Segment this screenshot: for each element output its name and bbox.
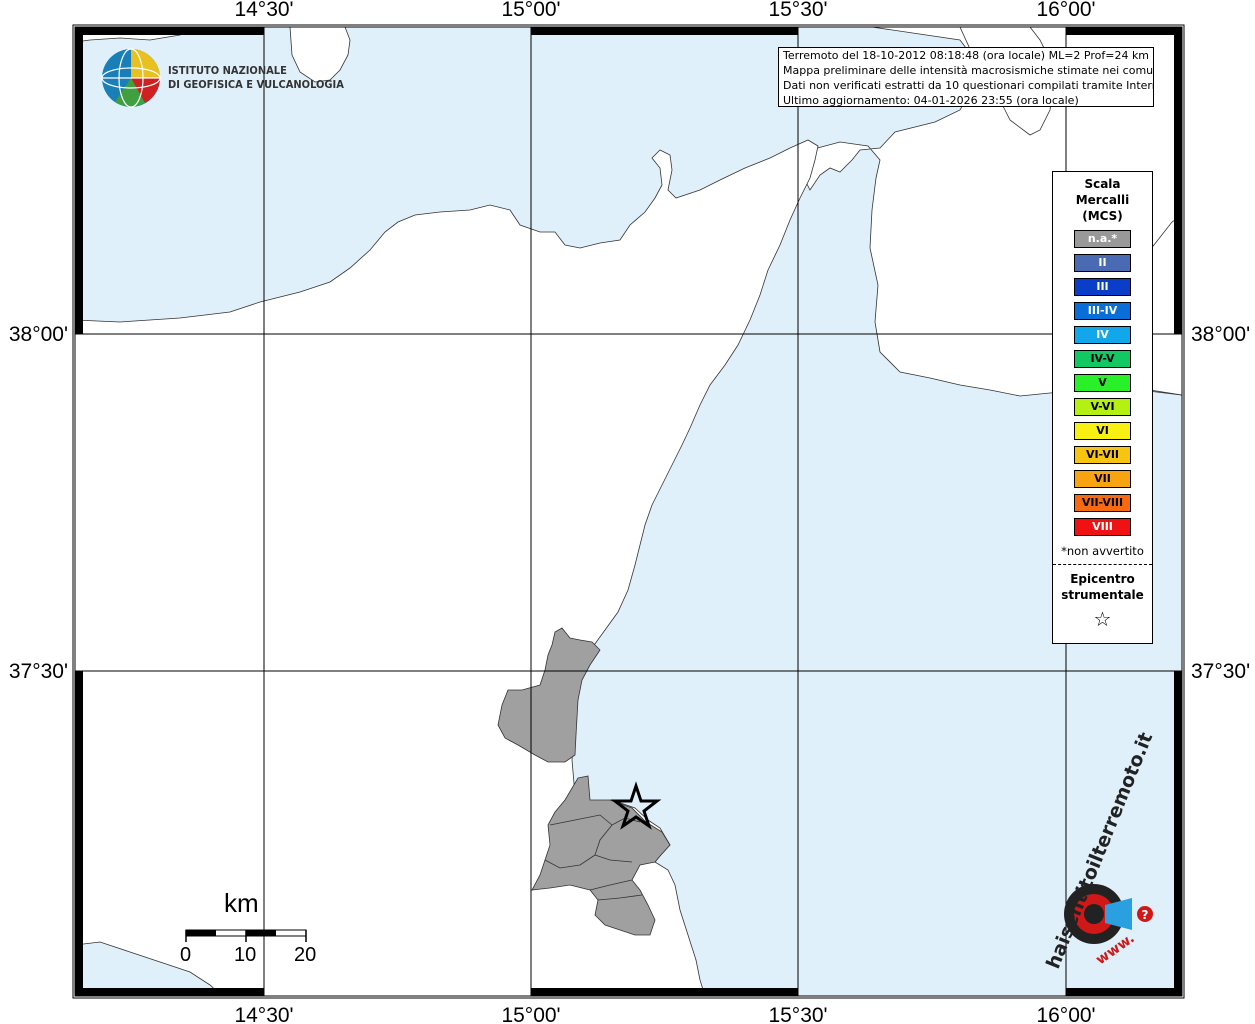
legend-items: n.a.* II III III-IV IV IV-V V V-VI VI VI-VII VII VI… bbox=[1053, 230, 1152, 536]
lat-label-right-2: 37°30' bbox=[1191, 660, 1250, 683]
scale-unit: km bbox=[224, 888, 259, 918]
legend-item: III bbox=[1074, 278, 1131, 296]
lat-label-left-2: 37°30' bbox=[9, 660, 68, 683]
legend-item: VI bbox=[1074, 422, 1131, 440]
scale-label-10: 10 bbox=[234, 944, 257, 966]
legend-title-line2: Mercalli bbox=[1075, 193, 1130, 207]
legend-item: VI-VII bbox=[1074, 446, 1131, 464]
legend-item: IV bbox=[1074, 326, 1131, 344]
epicenter-star-icon: ☆ bbox=[1093, 607, 1112, 631]
event-info-line2: Mappa preliminare delle intensità macros… bbox=[783, 64, 1154, 77]
legend-item: IV-V bbox=[1074, 350, 1131, 368]
legend-item: III-IV bbox=[1074, 302, 1131, 320]
event-info-line3: Dati non verificati estratti da 10 quest… bbox=[783, 79, 1154, 92]
legend-item: VII bbox=[1074, 470, 1131, 488]
legend-title: Scala Mercalli (MCS) bbox=[1053, 176, 1152, 224]
legend-title-line3: (MCS) bbox=[1082, 209, 1123, 223]
lon-label-bottom-2: 15°00' bbox=[501, 1004, 560, 1024]
epicenter-legend-title: Epicentro strumentale bbox=[1053, 571, 1152, 603]
event-info-box: Terremoto del 18-10-2012 08:18:48 (ora l… bbox=[778, 47, 1154, 107]
event-info-line1: Terremoto del 18-10-2012 08:18:48 (ora l… bbox=[783, 49, 1150, 62]
legend-title-line1: Scala bbox=[1084, 177, 1121, 191]
legend-item: V bbox=[1074, 374, 1131, 392]
legend-separator bbox=[1053, 564, 1152, 565]
legend-item: n.a.* bbox=[1074, 230, 1131, 248]
scale-label-20: 20 bbox=[294, 944, 317, 966]
legend-note: *non avvertito bbox=[1061, 544, 1144, 558]
lon-label-bottom-1: 14°30' bbox=[234, 1004, 293, 1024]
lat-label-left-1: 38°00' bbox=[9, 323, 68, 346]
legend-item: VII-VIII bbox=[1074, 494, 1131, 512]
ingv-name-line2: DI GEOFISICA E VULCANOLOGIA bbox=[168, 78, 344, 91]
lon-label-top-4: 16°00' bbox=[1036, 0, 1095, 21]
epicenter-legend-line1: Epicentro bbox=[1070, 572, 1135, 586]
lon-label-bottom-4: 16°00' bbox=[1036, 1004, 1095, 1024]
legend-item: VIII bbox=[1074, 518, 1131, 536]
scale-label-0: 0 bbox=[180, 944, 192, 966]
legend-item: II bbox=[1074, 254, 1131, 272]
event-info-line4: Ultimo aggiornamento: 04-01-2026 23:55 (… bbox=[783, 94, 1079, 107]
mcs-legend: Scala Mercalli (MCS) n.a.* II III III-IV IV I… bbox=[1052, 171, 1153, 644]
lon-label-top-3: 15°30' bbox=[768, 0, 827, 21]
lon-label-top-2: 15°00' bbox=[501, 0, 560, 21]
haisentito-question: ? bbox=[1142, 908, 1149, 922]
lon-label-top-1: 14°30' bbox=[234, 0, 293, 21]
legend-item: V-VI bbox=[1074, 398, 1131, 416]
lat-label-right-1: 38°00' bbox=[1191, 323, 1250, 346]
lon-label-bottom-3: 15°30' bbox=[768, 1004, 827, 1024]
ingv-name-line1: ISTITUTO NAZIONALE bbox=[168, 64, 287, 77]
epicenter-legend-line2: strumentale bbox=[1061, 588, 1144, 602]
